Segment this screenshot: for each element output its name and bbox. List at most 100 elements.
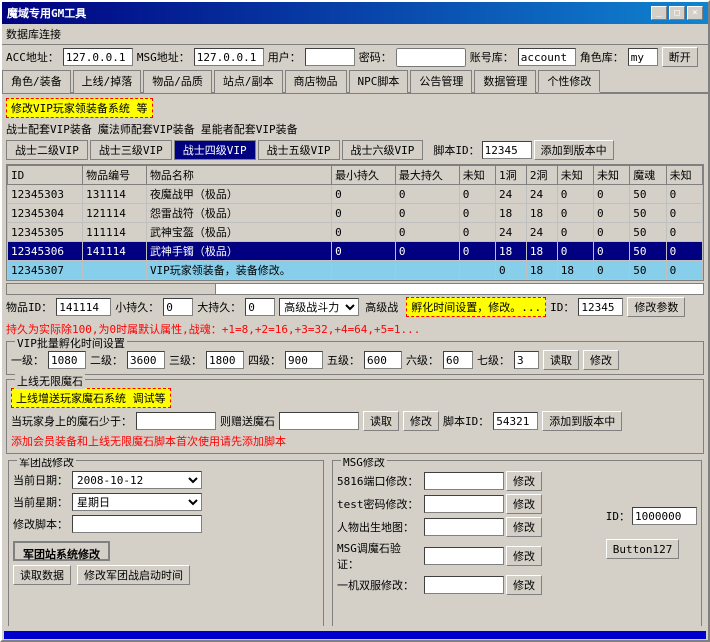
- disconnect-button[interactable]: 断开: [662, 47, 698, 67]
- modify-param-button[interactable]: 修改参数: [627, 297, 685, 317]
- map-input[interactable]: [424, 518, 504, 536]
- test-modify-button[interactable]: 修改: [506, 494, 542, 514]
- col-name: 物品名称: [146, 166, 331, 185]
- msg-input[interactable]: [194, 48, 264, 66]
- msg-id-input[interactable]: [632, 507, 697, 525]
- validate-input[interactable]: [424, 547, 504, 565]
- guild-time-button[interactable]: 修改军团战启动时间: [77, 565, 190, 585]
- dual-input[interactable]: [424, 576, 504, 594]
- level1-label: 一级：: [11, 352, 44, 368]
- hatch-hint: 孵化时间设置，修改。...: [406, 297, 546, 317]
- close-button[interactable]: ×: [687, 6, 703, 20]
- tab-role-equip[interactable]: 角色/装备: [2, 70, 71, 93]
- tab-warrior-vip2[interactable]: 战士二级VIP: [6, 140, 88, 160]
- ms-script-id-label: 脚本ID：: [443, 413, 489, 429]
- tab-online-drop[interactable]: 上线/掉落: [73, 70, 142, 93]
- tab-shop-item[interactable]: 商店物品: [285, 70, 347, 93]
- ms-less-input[interactable]: [136, 412, 216, 430]
- magic-stone-hint: 上线增送玩家魔石系统 调试等: [11, 388, 171, 408]
- ms-modify-button[interactable]: 修改: [403, 411, 439, 431]
- guild-date-select[interactable]: 2008-10-12: [72, 471, 202, 489]
- level4-input[interactable]: [285, 351, 323, 369]
- table-row[interactable]: 12345303131114夜魔战甲（极品）000242400500: [8, 185, 703, 204]
- test-input[interactable]: [424, 495, 504, 513]
- pwd-input[interactable]: [396, 48, 466, 67]
- tab-warrior-vip4[interactable]: 战士四级VIP: [174, 140, 256, 160]
- user-input[interactable]: [305, 48, 355, 66]
- batch-fetch-button[interactable]: 读取: [543, 350, 579, 370]
- tab-warrior-vip5[interactable]: 战士五级VIP: [258, 140, 340, 160]
- tab-announcement[interactable]: 公告管理: [410, 70, 472, 93]
- map-modify-button[interactable]: 修改: [506, 517, 542, 537]
- level5-input[interactable]: [364, 351, 402, 369]
- sub-section-label: 战士配套VIP装备: [6, 121, 92, 137]
- col-min: 最小持久: [332, 166, 396, 185]
- ms-script-id-input[interactable]: [493, 412, 538, 430]
- guild-week-select[interactable]: 星期日: [72, 493, 202, 511]
- vip-sub-tabs: 战士二级VIP 战士三级VIP 战士四级VIP 战士五级VIP 战士六级VIP …: [6, 140, 704, 160]
- port-modify-button[interactable]: 修改: [506, 471, 542, 491]
- guild-system-button[interactable]: 军团站系统修改: [13, 541, 110, 561]
- id2-input[interactable]: [578, 298, 623, 316]
- table-row[interactable]: 12345305111114武神宝盔（极品）000242400500: [8, 223, 703, 242]
- max-dur-input[interactable]: [245, 298, 275, 316]
- level4-label: 四级：: [248, 352, 281, 368]
- ms-add-script-button[interactable]: 添加到版本中: [542, 411, 622, 431]
- col-max: 最大持久: [395, 166, 459, 185]
- ms-send-input[interactable]: [279, 412, 359, 430]
- bottom-section: 军团战修改 当前日期： 2008-10-12 当前星期： 星期日: [6, 458, 704, 626]
- guild-date-label: 当前日期：: [13, 472, 68, 488]
- level7-input[interactable]: [514, 351, 539, 369]
- acc-input[interactable]: [63, 48, 133, 66]
- vip-equip-table[interactable]: ID 物品编号 物品名称 最小持久 最大持久 未知 1洞 2洞 未知 未知 魔魂…: [6, 164, 704, 281]
- role-input[interactable]: [628, 48, 658, 66]
- menu-bar: 数据库连接: [2, 24, 708, 45]
- maximize-button[interactable]: □: [669, 6, 685, 20]
- tab-data-manage[interactable]: 数据管理: [474, 70, 536, 93]
- guild-week-label: 当前星期：: [13, 494, 68, 510]
- tab-personal-modify[interactable]: 个性修改: [538, 70, 600, 93]
- item-id-input[interactable]: [56, 298, 111, 316]
- level2-input[interactable]: [127, 351, 165, 369]
- tab-site-copy[interactable]: 站点/副本: [214, 70, 283, 93]
- validate-modify-button[interactable]: 修改: [506, 546, 542, 566]
- window-title: 魔域专用GM工具: [7, 5, 86, 21]
- table-row[interactable]: 12345306141114武神手镯（极品）000181800500: [8, 242, 703, 261]
- tab-npc-script[interactable]: NPC脚本: [349, 70, 409, 93]
- add-to-script-button[interactable]: 添加到版本中: [534, 140, 614, 160]
- table-row[interactable]: 12345307VIP玩家领装备，装备修改。018180500: [8, 261, 703, 280]
- col-soul: 魔魂: [630, 166, 666, 185]
- main-window: 魔域专用GM工具 _ □ × 数据库连接 ACC地址： MSG地址： 用户： 密…: [0, 0, 710, 642]
- min-dur-label: 小持久：: [115, 299, 159, 315]
- guild-script-label: 修改脚本：: [13, 516, 68, 532]
- col-d1: 1洞: [496, 166, 527, 185]
- level6-input[interactable]: [443, 351, 473, 369]
- foot-id-input[interactable]: [482, 141, 532, 159]
- level1-input[interactable]: [48, 351, 86, 369]
- level3-input[interactable]: [206, 351, 244, 369]
- magic-stone-title: 上线无限魔石: [15, 373, 85, 389]
- pwd-label: 密码：: [359, 49, 392, 65]
- guild-script-input[interactable]: [72, 515, 202, 533]
- port-input[interactable]: [424, 472, 504, 490]
- guild-group: 军团战修改 当前日期： 2008-10-12 当前星期： 星期日: [8, 460, 324, 626]
- fight-select[interactable]: 高级战斗力: [279, 298, 359, 316]
- account-input[interactable]: [518, 48, 576, 66]
- tab-warrior-vip6[interactable]: 战士六级VIP: [342, 140, 424, 160]
- col-unk4: 未知: [666, 166, 702, 185]
- level7-label: 七级：: [477, 352, 510, 368]
- batch-modify-button[interactable]: 修改: [583, 350, 619, 370]
- guild-fetch-button[interactable]: 读取数据: [13, 565, 71, 585]
- min-dur-input[interactable]: [163, 298, 193, 316]
- dual-modify-button[interactable]: 修改: [506, 575, 542, 595]
- minimize-button[interactable]: _: [651, 6, 667, 20]
- menu-db[interactable]: 数据库连接: [6, 28, 61, 41]
- tab-warrior-vip3[interactable]: 战士三级VIP: [90, 140, 172, 160]
- msg-title: MSG修改: [341, 458, 387, 470]
- level5-label: 五级：: [327, 352, 360, 368]
- guild-panel: 军团战修改 当前日期： 2008-10-12 当前星期： 星期日: [6, 458, 326, 626]
- btn127-button[interactable]: Button127: [606, 539, 680, 559]
- ms-fetch-button[interactable]: 读取: [363, 411, 399, 431]
- tab-item-quality[interactable]: 物品/品质: [143, 70, 212, 93]
- table-row[interactable]: 12345304121114怨雷战符（极品）000181800500: [8, 204, 703, 223]
